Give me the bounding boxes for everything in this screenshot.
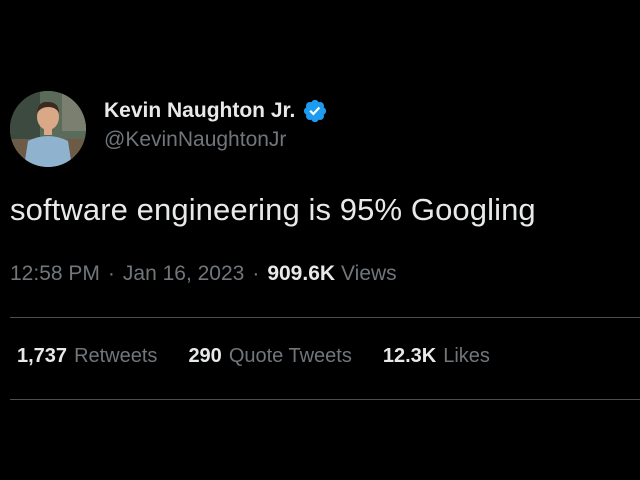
author-name-row: Kevin Naughton Jr.: [104, 96, 328, 126]
tweet-date[interactable]: Jan 16, 2023: [123, 262, 244, 286]
author-handle[interactable]: @KevinNaughtonJr: [104, 128, 286, 152]
meta-separator: ·: [107, 262, 115, 285]
tweet-meta: 12:58 PM · Jan 16, 2023 · 909.6K Views: [10, 262, 397, 286]
verified-badge-icon: [302, 98, 328, 124]
divider: [10, 399, 640, 400]
retweets-label: Retweets: [74, 345, 158, 367]
divider: [10, 317, 640, 318]
quote-tweets-label: Quote Tweets: [228, 345, 352, 367]
retweets-count: 1,737: [17, 345, 68, 367]
author-display-name[interactable]: Kevin Naughton Jr.: [104, 99, 295, 123]
views-label: Views: [341, 262, 397, 285]
tweet-text: software engineering is 95% Googling: [10, 192, 536, 227]
quote-tweets-count: 290: [188, 345, 222, 367]
likes-label: Likes: [443, 345, 490, 367]
likes-stat[interactable]: 12.3K Likes: [383, 345, 490, 368]
tweet-time[interactable]: 12:58 PM: [10, 262, 100, 286]
meta-separator: ·: [252, 262, 260, 285]
views-count: 909.6K: [267, 262, 336, 285]
engagement-stats: 1,737 Retweets 290 Quote Tweets 12.3K Li…: [17, 345, 490, 368]
likes-count: 12.3K: [382, 345, 437, 367]
avatar[interactable]: [10, 91, 86, 167]
tweet-detail: Kevin Naughton Jr. @KevinNaughtonJr soft…: [0, 0, 640, 480]
avatar-photo: [10, 91, 86, 167]
retweets-stat[interactable]: 1,737 Retweets: [17, 345, 157, 368]
quote-tweets-stat[interactable]: 290 Quote Tweets: [188, 345, 351, 368]
